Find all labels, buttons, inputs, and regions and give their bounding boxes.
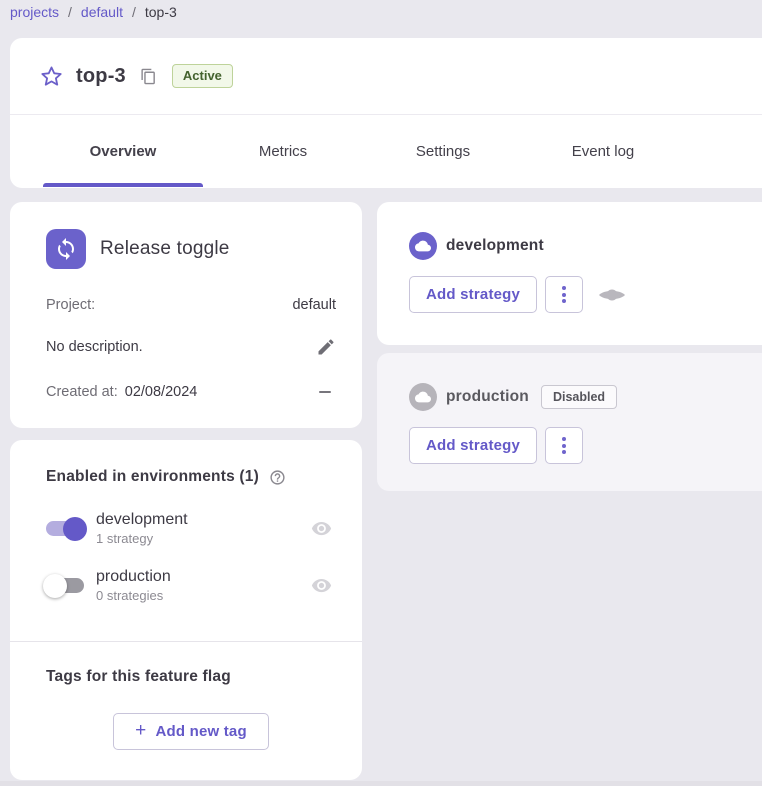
flag-header-top: top-3 Active xyxy=(10,38,762,115)
tags-title: Tags for this feature flag xyxy=(46,668,336,686)
environment-strategy-count: 1 strategy xyxy=(96,531,188,546)
flag-side-panel-card: Enabled in environments (1) development … xyxy=(10,440,362,780)
environment-name: development xyxy=(96,511,188,529)
tab-event-log[interactable]: Event log xyxy=(523,115,683,187)
favorite-star-icon[interactable] xyxy=(40,65,63,88)
tab-overview-label: Overview xyxy=(90,143,157,160)
production-labels: production 0 strategies xyxy=(96,568,171,603)
more-actions-kebab-button[interactable] xyxy=(545,427,583,464)
project-value: default xyxy=(292,297,336,313)
active-tab-underline xyxy=(43,183,203,187)
tab-bar: Overview Metrics Settings Event log xyxy=(10,115,762,187)
collapse-dash-icon[interactable] xyxy=(319,391,331,394)
created-value: 02/08/2024 xyxy=(125,384,198,400)
environment-name: production xyxy=(96,568,171,586)
environment-card-production: production Disabled Add strategy xyxy=(377,353,762,491)
tags-section: Tags for this feature flag + Add new tag xyxy=(10,642,362,780)
tab-event-log-label: Event log xyxy=(572,143,635,160)
environment-strategy-count: 0 strategies xyxy=(96,588,171,603)
environment-card-name: production xyxy=(446,388,529,406)
development-labels: development 1 strategy xyxy=(96,511,188,546)
description-text: No description. xyxy=(46,339,143,355)
plus-icon: + xyxy=(135,721,146,740)
created-label: Created at: xyxy=(46,384,118,400)
breadcrumb: projects / default / top-3 xyxy=(10,4,177,20)
enabled-environments-header: Enabled in environments (1) xyxy=(46,468,336,486)
overview-left-column: Release toggle Project: default No descr… xyxy=(10,202,362,780)
cloud-icon xyxy=(409,383,437,411)
environment-card-header: production Disabled xyxy=(409,383,742,411)
enabled-environments-title: Enabled in environments (1) xyxy=(46,468,259,486)
visibility-eye-icon[interactable] xyxy=(311,518,332,539)
add-strategy-button[interactable]: Add strategy xyxy=(409,276,537,313)
flag-type-header: Release toggle xyxy=(46,229,336,269)
breadcrumb-projects[interactable]: projects xyxy=(10,4,59,20)
below-fold-strip xyxy=(0,781,762,786)
environment-card-actions: Add strategy xyxy=(409,276,742,313)
disabled-badge: Disabled xyxy=(541,385,617,409)
visibility-eye-icon[interactable] xyxy=(311,575,332,596)
page-title: top-3 xyxy=(76,65,126,88)
created-at: Created at: 02/08/2024 xyxy=(46,384,197,400)
add-strategy-button[interactable]: Add strategy xyxy=(409,427,537,464)
breadcrumb-current: top-3 xyxy=(145,4,177,20)
production-toggle[interactable] xyxy=(46,578,84,593)
project-row: Project: default xyxy=(46,297,336,313)
copy-icon[interactable] xyxy=(140,68,157,85)
cloud-icon xyxy=(409,232,437,260)
environment-card-header: development xyxy=(409,232,742,260)
environments-panel-column: development Add strategy xyxy=(377,202,762,491)
tab-metrics-label: Metrics xyxy=(259,143,307,160)
status-badge: Active xyxy=(172,64,233,88)
environment-card-development: development Add strategy xyxy=(377,202,762,345)
enabled-environments-section: Enabled in environments (1) development … xyxy=(10,440,362,641)
description-row: No description. xyxy=(46,337,336,357)
environment-row-development: development 1 strategy xyxy=(46,511,336,546)
breadcrumb-default[interactable]: default xyxy=(81,4,123,20)
created-row: Created at: 02/08/2024 xyxy=(46,384,336,400)
flag-type-label: Release toggle xyxy=(100,238,230,260)
tab-settings-label: Settings xyxy=(416,143,470,160)
breadcrumb-separator: / xyxy=(68,4,72,20)
flag-header-card: top-3 Active Overview Metrics Settings E… xyxy=(10,38,762,188)
environment-row-production: production 0 strategies xyxy=(46,568,336,603)
release-toggle-icon xyxy=(46,229,86,269)
tab-metrics[interactable]: Metrics xyxy=(203,115,363,187)
environment-card-actions: Add strategy xyxy=(409,427,742,464)
breadcrumb-separator: / xyxy=(132,4,136,20)
environment-card-name: development xyxy=(446,237,544,255)
feature-flag-page: projects / default / top-3 top-3 Active … xyxy=(0,0,762,786)
help-icon[interactable] xyxy=(269,469,286,486)
project-label: Project: xyxy=(46,297,95,313)
tab-settings[interactable]: Settings xyxy=(363,115,523,187)
toggle-knob xyxy=(63,517,87,541)
add-new-tag-button[interactable]: + Add new tag xyxy=(113,713,269,750)
edit-description-pencil-icon[interactable] xyxy=(316,337,336,357)
toggle-knob xyxy=(43,574,67,598)
add-new-tag-label: Add new tag xyxy=(155,723,246,740)
strategy-lens-icon xyxy=(597,288,627,302)
development-toggle[interactable] xyxy=(46,521,84,536)
more-actions-kebab-button[interactable] xyxy=(545,276,583,313)
flag-type-card: Release toggle Project: default No descr… xyxy=(10,202,362,428)
tab-overview[interactable]: Overview xyxy=(43,115,203,187)
